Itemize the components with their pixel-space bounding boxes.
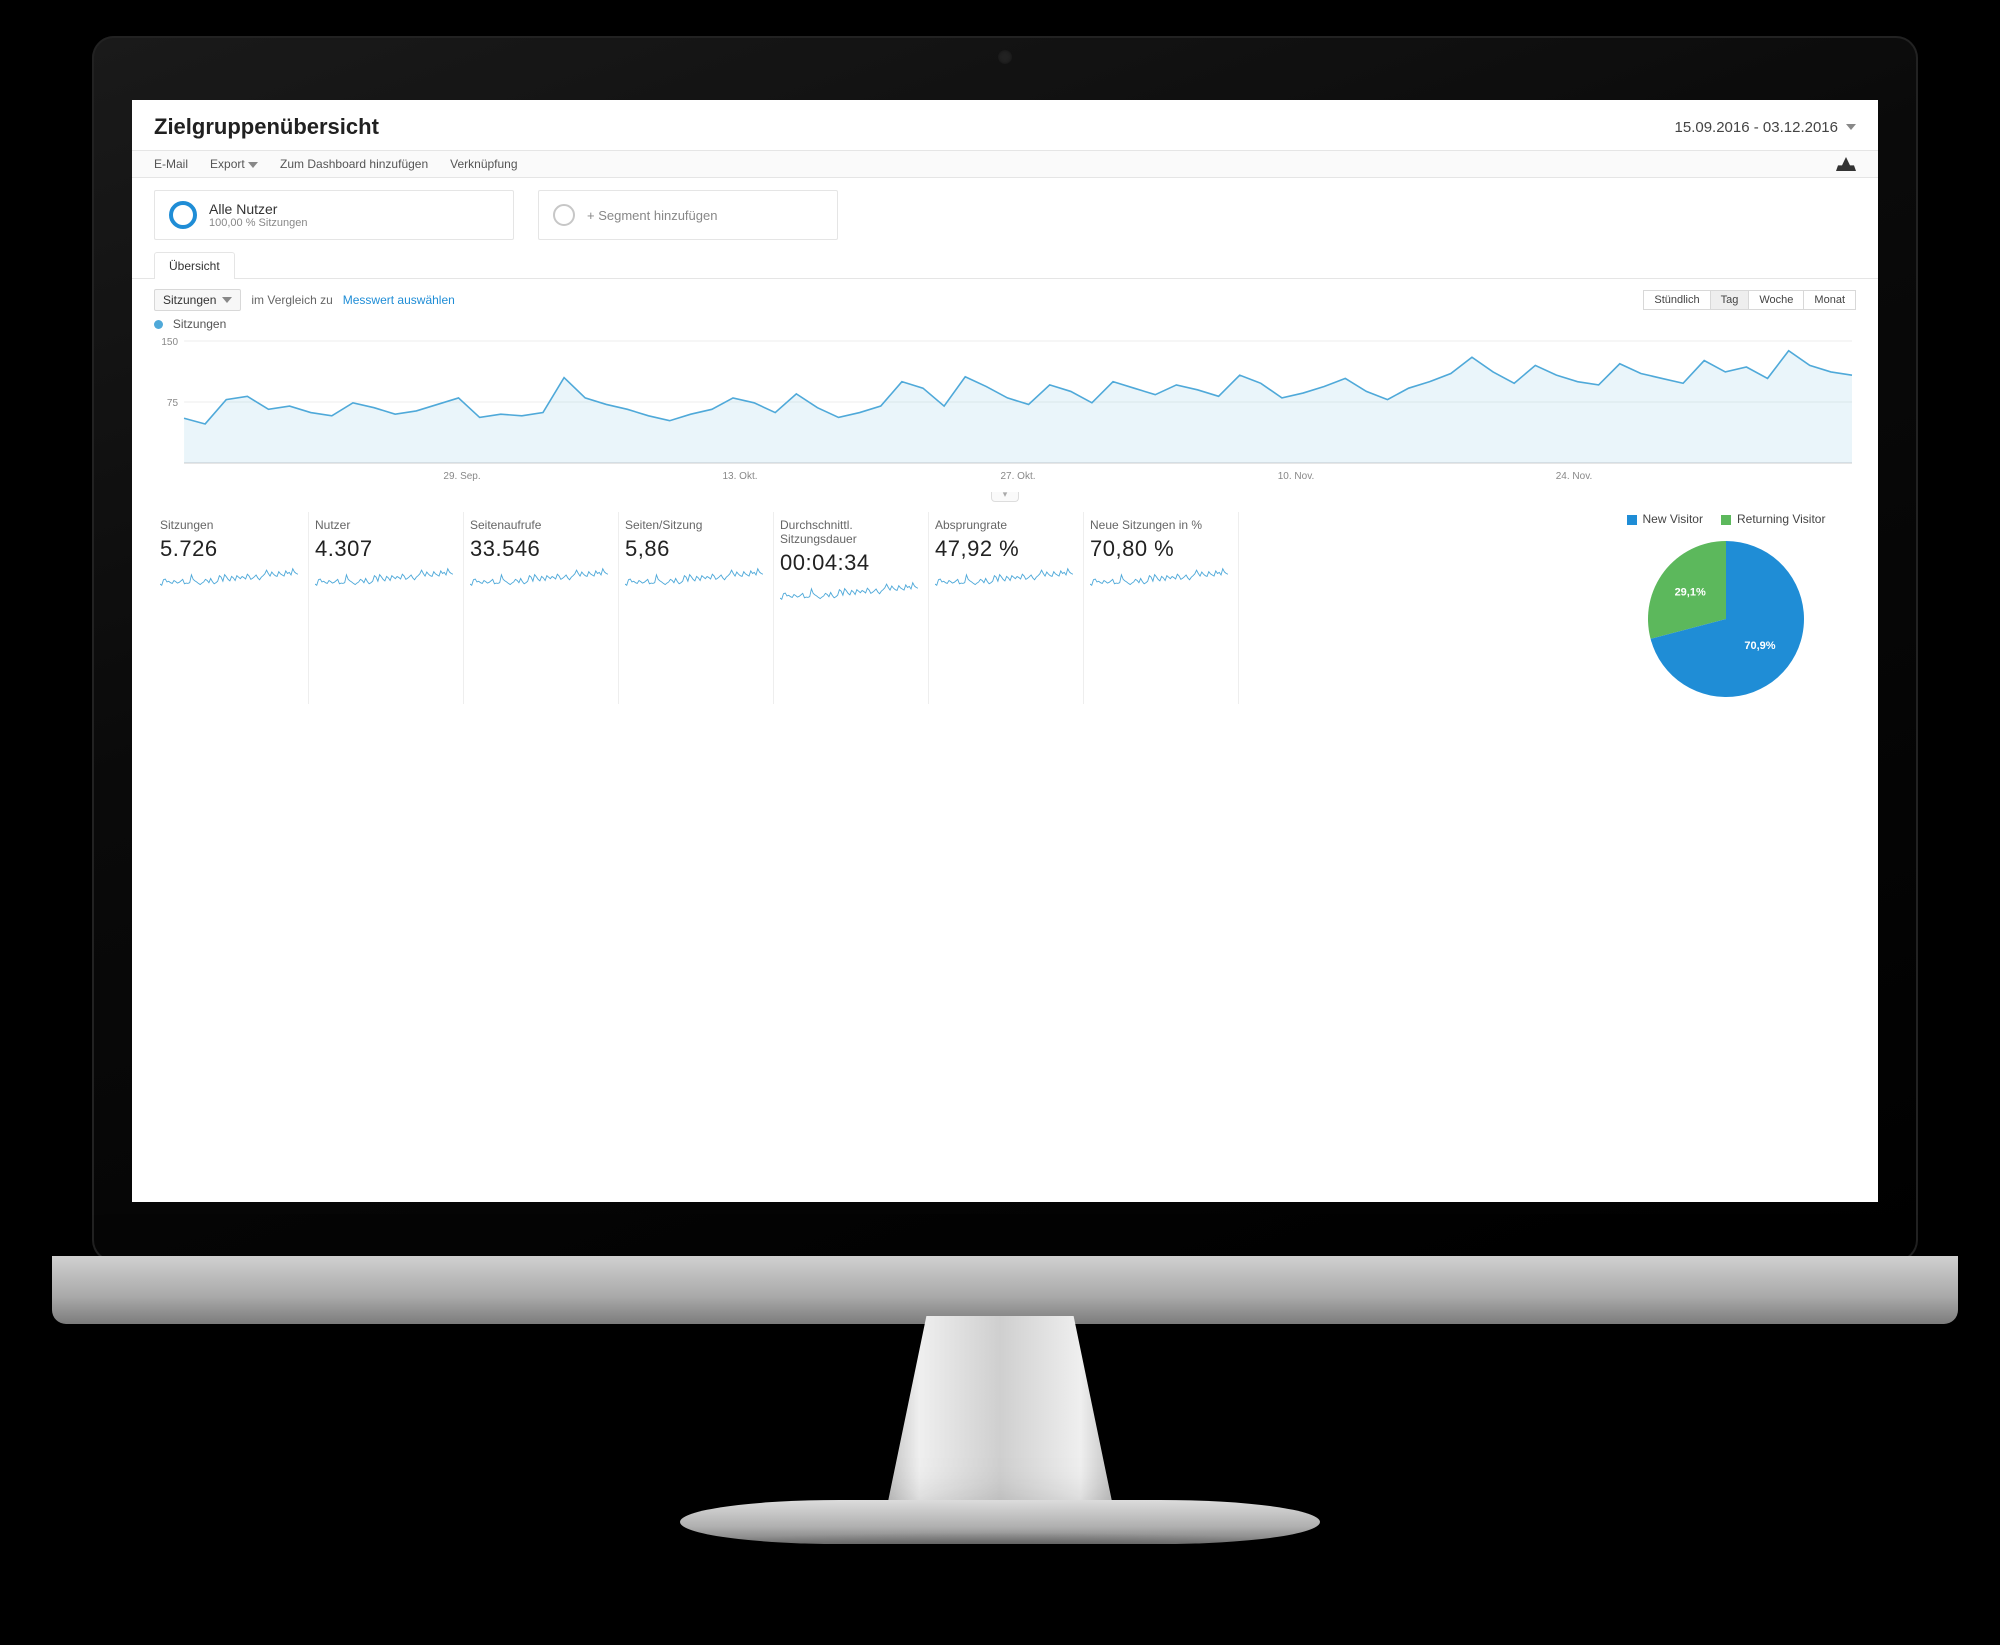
shortcut-button[interactable]: Verknüpfung [450, 157, 517, 171]
vs-label: im Vergleich zu [251, 293, 332, 307]
add-circle-icon [553, 204, 575, 226]
export-button[interactable]: Export [210, 157, 258, 171]
sparkline [1090, 566, 1228, 588]
kpi-avg-session-duration[interactable]: Durchschnittl. Sitzungsdauer 00:04:34 [774, 512, 929, 704]
sparkline [780, 580, 918, 602]
monitor-stand-neck [885, 1316, 1115, 1516]
sparkline [625, 566, 763, 588]
pie-legend: New Visitor Returning Visitor [1606, 512, 1846, 526]
legend-returning-visitor: Returning Visitor [1721, 512, 1826, 526]
primary-metric-dropdown[interactable]: Sitzungen [154, 289, 241, 311]
tab-overview[interactable]: Übersicht [154, 252, 235, 279]
sessions-line-chart: 75 150 29. Sep. 13. Okt. 27. Okt. 10. Nov. 24.… [154, 335, 1856, 485]
sparkline [470, 566, 608, 588]
kpi-row: Sitzungen 5.726 Nutzer 4.307 Seitenaufru… [132, 508, 1878, 704]
monitor-shadow [550, 1532, 1450, 1588]
svg-text:75: 75 [167, 398, 179, 409]
chart-wrap: Sitzungen 75 150 29. Sep. 13. Okt. 27. Okt. 1… [132, 315, 1878, 494]
segment-circle-icon [169, 201, 197, 229]
kpi-sessions[interactable]: Sitzungen 5.726 [154, 512, 309, 704]
sparkline [935, 566, 1073, 588]
segment-title: Alle Nutzer [209, 201, 307, 217]
date-range-picker[interactable]: 15.09.2016 - 03.12.2016 [1675, 119, 1856, 136]
caret-down-icon [222, 297, 232, 303]
screen: Zielgruppenübersicht 15.09.2016 - 03.12.… [132, 100, 1878, 1202]
svg-text:27. Okt.: 27. Okt. [1000, 471, 1035, 482]
granularity-hourly[interactable]: Stündlich [1643, 290, 1710, 310]
add-segment-label: + Segment hinzufügen [587, 208, 717, 223]
segments-row: Alle Nutzer 100,00 % Sitzungen + Segment… [132, 178, 1878, 252]
kpi-users[interactable]: Nutzer 4.307 [309, 512, 464, 704]
svg-text:150: 150 [161, 337, 178, 348]
titlebar: Zielgruppenübersicht 15.09.2016 - 03.12.… [132, 100, 1878, 150]
kpi-bounce-rate[interactable]: Absprungrate 47,92 % [929, 512, 1084, 704]
date-range-text: 15.09.2016 - 03.12.2016 [1675, 119, 1838, 136]
caret-down-icon [1846, 124, 1856, 130]
svg-text:70,9%: 70,9% [1744, 640, 1775, 652]
sparkline [160, 566, 298, 588]
add-to-dashboard-button[interactable]: Zum Dashboard hinzufügen [280, 157, 428, 171]
granularity-toggle: Stündlich Tag Woche Monat [1643, 290, 1856, 310]
segment-all-users[interactable]: Alle Nutzer 100,00 % Sitzungen [154, 190, 514, 240]
select-metric-link[interactable]: Messwert auswählen [343, 293, 455, 307]
kpi-pageviews[interactable]: Seitenaufrufe 33.546 [464, 512, 619, 704]
svg-text:13. Okt.: 13. Okt. [723, 471, 758, 482]
svg-text:29,1%: 29,1% [1675, 586, 1706, 598]
monitor-chin [52, 1256, 1958, 1324]
legend-dot-icon [154, 320, 163, 329]
add-segment-button[interactable]: + Segment hinzufügen [538, 190, 838, 240]
visitor-pie-chart: 70,9% 29,1% [1641, 534, 1811, 704]
email-button[interactable]: E-Mail [154, 157, 188, 171]
chart-legend-label: Sitzungen [173, 317, 226, 331]
granularity-week[interactable]: Woche [1749, 290, 1804, 310]
analytics-page: Zielgruppenübersicht 15.09.2016 - 03.12.… [132, 100, 1878, 1202]
camera-dot [998, 50, 1012, 64]
page-title: Zielgruppenübersicht [154, 114, 379, 140]
metric-bar: Sitzungen im Vergleich zu Messwert auswä… [132, 279, 1878, 315]
kpi-pages-per-session[interactable]: Seiten/Sitzung 5,86 [619, 512, 774, 704]
square-icon [1627, 515, 1637, 525]
square-icon [1721, 515, 1731, 525]
toolbar: E-Mail Export Zum Dashboard hinzufügen V… [132, 150, 1878, 178]
education-icon[interactable] [1836, 157, 1856, 171]
chart-resize-handle[interactable] [991, 492, 1019, 502]
granularity-day[interactable]: Tag [1711, 290, 1750, 310]
svg-text:29. Sep.: 29. Sep. [443, 471, 480, 482]
caret-down-icon [248, 162, 258, 168]
segment-subtitle: 100,00 % Sitzungen [209, 217, 307, 229]
kpi-new-sessions-pct[interactable]: Neue Sitzungen in % 70,80 % [1084, 512, 1239, 704]
visitor-pie-block: New Visitor Returning Visitor 70,9% 29,1% [1596, 512, 1856, 704]
svg-text:10. Nov.: 10. Nov. [1278, 471, 1315, 482]
svg-text:24. Nov.: 24. Nov. [1556, 471, 1593, 482]
tabs: Übersicht [132, 252, 1878, 279]
monitor-frame: Zielgruppenübersicht 15.09.2016 - 03.12.… [92, 36, 1918, 1262]
sparkline [315, 566, 453, 588]
granularity-month[interactable]: Monat [1804, 290, 1856, 310]
legend-new-visitor: New Visitor [1627, 512, 1703, 526]
chart-legend: Sitzungen [154, 315, 1856, 331]
